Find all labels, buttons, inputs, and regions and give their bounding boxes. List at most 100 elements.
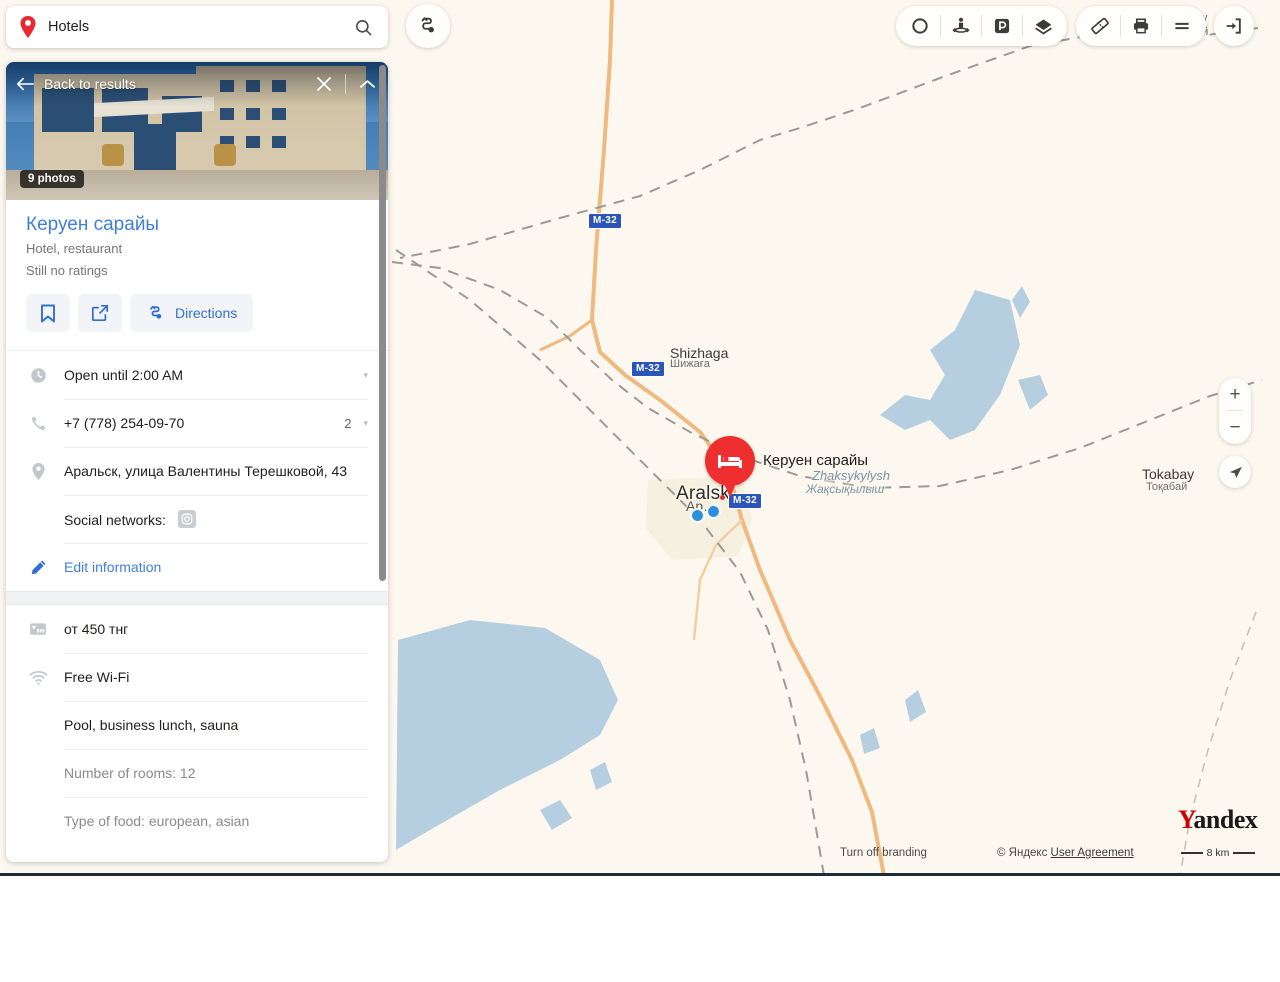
- yandex-maps-app: Shizhaga Шижаға Aralsk Ар… Zhaksykylysh …: [0, 0, 1280, 982]
- place-info-section: Open until 2:00 AM ▾ +7 (778) 254-09-70 …: [6, 350, 388, 591]
- scalebar-right-line: [1233, 852, 1255, 854]
- close-panel-button[interactable]: [313, 73, 335, 95]
- clock-icon: [26, 367, 50, 384]
- wifi-icon: [26, 670, 50, 685]
- photo-header-actions: [313, 73, 378, 95]
- route-button[interactable]: [406, 4, 450, 48]
- back-to-results-label: Back to results: [44, 76, 136, 92]
- info-row-phone[interactable]: +7 (778) 254-09-70 2 ▾: [6, 399, 388, 447]
- search-icon: [354, 18, 373, 37]
- photo-window: [272, 136, 286, 148]
- pin-tail: [722, 478, 738, 498]
- instagram-icon[interactable]: [178, 510, 196, 528]
- street-view-person-icon: [951, 16, 971, 36]
- info-row-address[interactable]: Аральск, улица Валентины Терешковой, 43: [6, 447, 388, 495]
- share-icon: [91, 304, 109, 322]
- info-row-hours[interactable]: Open until 2:00 AM ▾: [6, 351, 388, 399]
- info-phone-text: +7 (778) 254-09-70: [64, 415, 344, 431]
- login-button[interactable]: [1214, 6, 1254, 46]
- feature-price-text: от 450 тнг: [64, 621, 368, 637]
- search-button[interactable]: [350, 14, 376, 40]
- place-features-section: от 450 тнг Free Wi-Fi P: [6, 605, 388, 845]
- photo-count-badge[interactable]: 9 photos: [20, 170, 84, 188]
- social-networks-label: Social networks:: [64, 512, 166, 528]
- feature-row-amenities: Pool, business lunch, sauna: [6, 701, 388, 749]
- info-hours-text: Open until 2:00 AM: [64, 367, 357, 383]
- layers-button[interactable]: [1023, 6, 1063, 46]
- photo-entrance-door: [134, 124, 176, 170]
- photo-window: [246, 136, 260, 148]
- search-input[interactable]: [38, 19, 350, 35]
- feature-row-price: от 450 тнг: [6, 605, 388, 653]
- scalebar-label: 8 km: [1207, 847, 1230, 859]
- panel-scroll-area[interactable]: Back to results: [6, 62, 388, 862]
- place-rating: Still no ratings: [26, 263, 368, 278]
- place-action-buttons: Directions: [6, 278, 388, 350]
- locate-button[interactable]: [1219, 456, 1251, 488]
- edit-information-link[interactable]: Edit information: [64, 559, 368, 575]
- map-copyright: © Яндекс User Agreement: [997, 847, 1134, 859]
- menu-icon: [1172, 16, 1192, 36]
- yandex-logo-initial: Y: [1178, 805, 1193, 834]
- measure-button[interactable]: [1080, 6, 1120, 46]
- zoom-in-button[interactable]: +: [1219, 378, 1251, 410]
- print-button[interactable]: [1121, 6, 1161, 46]
- photo-overlay-bar: Back to results: [6, 62, 388, 106]
- hotel-bed-icon: [717, 451, 743, 471]
- feature-food-text: Type of food: european, asian: [64, 813, 368, 829]
- panorama-button[interactable]: [900, 6, 940, 46]
- back-to-results-button[interactable]: Back to results: [16, 76, 136, 92]
- panel-scrollbar[interactable]: [379, 65, 386, 581]
- locate-arrow-icon: [1227, 464, 1244, 481]
- poi-label-keruen-saraiy: Керуен сарайы: [763, 452, 868, 469]
- search-bar[interactable]: [6, 6, 388, 48]
- copyright-text: © Яндекс: [997, 847, 1047, 859]
- menu-button[interactable]: [1162, 6, 1202, 46]
- pencil-icon: [26, 559, 50, 576]
- parking-icon: [992, 16, 1012, 36]
- poi-dot[interactable]: [690, 508, 705, 523]
- bookmark-button[interactable]: [26, 294, 70, 332]
- street-view-button[interactable]: [941, 6, 981, 46]
- parking-button[interactable]: [982, 6, 1022, 46]
- feature-wifi-text: Free Wi-Fi: [64, 669, 368, 685]
- map-pin-icon: [18, 15, 38, 39]
- directions-button[interactable]: Directions: [130, 294, 253, 332]
- scalebar-left-line: [1181, 852, 1203, 854]
- photo-horse-statue: [214, 144, 236, 166]
- section-divider: [6, 591, 388, 605]
- feature-row-food: Type of food: european, asian: [6, 797, 388, 845]
- turn-off-branding-link[interactable]: Turn off branding: [840, 847, 927, 859]
- layers-icon: [1033, 16, 1054, 37]
- place-name[interactable]: Керуен сарайы: [26, 214, 368, 236]
- info-address-text: Аральск, улица Валентины Терешковой, 43: [64, 463, 368, 479]
- feature-rooms-text: Number of rooms: 12: [64, 765, 368, 781]
- photo-window: [220, 108, 234, 120]
- poi-pin-keruen-saraiy[interactable]: [705, 436, 755, 500]
- chevron-down-icon[interactable]: ▾: [363, 418, 368, 429]
- road-shield-m32-north: M-32: [588, 213, 622, 229]
- photo-horse-statue: [102, 144, 124, 166]
- yandex-logo-rest: andex: [1193, 805, 1257, 834]
- info-row-social: Social networks:: [6, 495, 388, 543]
- road-shield-m32-mid: M-32: [631, 361, 665, 377]
- header-separator: [345, 74, 346, 94]
- print-icon: [1131, 16, 1151, 36]
- collapse-panel-button[interactable]: [356, 73, 378, 95]
- place-card-panel[interactable]: Back to results: [6, 62, 388, 862]
- place-category: Hotel, restaurant: [26, 241, 368, 256]
- poi-dot[interactable]: [706, 504, 721, 519]
- info-row-edit[interactable]: Edit information: [6, 543, 388, 591]
- chevron-down-icon[interactable]: ▾: [363, 370, 368, 381]
- arrow-left-icon: [16, 77, 34, 91]
- close-icon: [317, 77, 331, 91]
- place-photo[interactable]: Back to results: [6, 62, 388, 200]
- photo-window: [272, 108, 286, 120]
- map-toolbar-right: [1076, 6, 1206, 46]
- share-button[interactable]: [78, 294, 122, 332]
- user-agreement-link[interactable]: User Agreement: [1051, 847, 1134, 859]
- feature-row-rooms: Number of rooms: 12: [6, 749, 388, 797]
- bookmark-icon: [40, 304, 56, 323]
- zoom-out-button[interactable]: −: [1219, 412, 1251, 444]
- directions-icon: [146, 303, 166, 323]
